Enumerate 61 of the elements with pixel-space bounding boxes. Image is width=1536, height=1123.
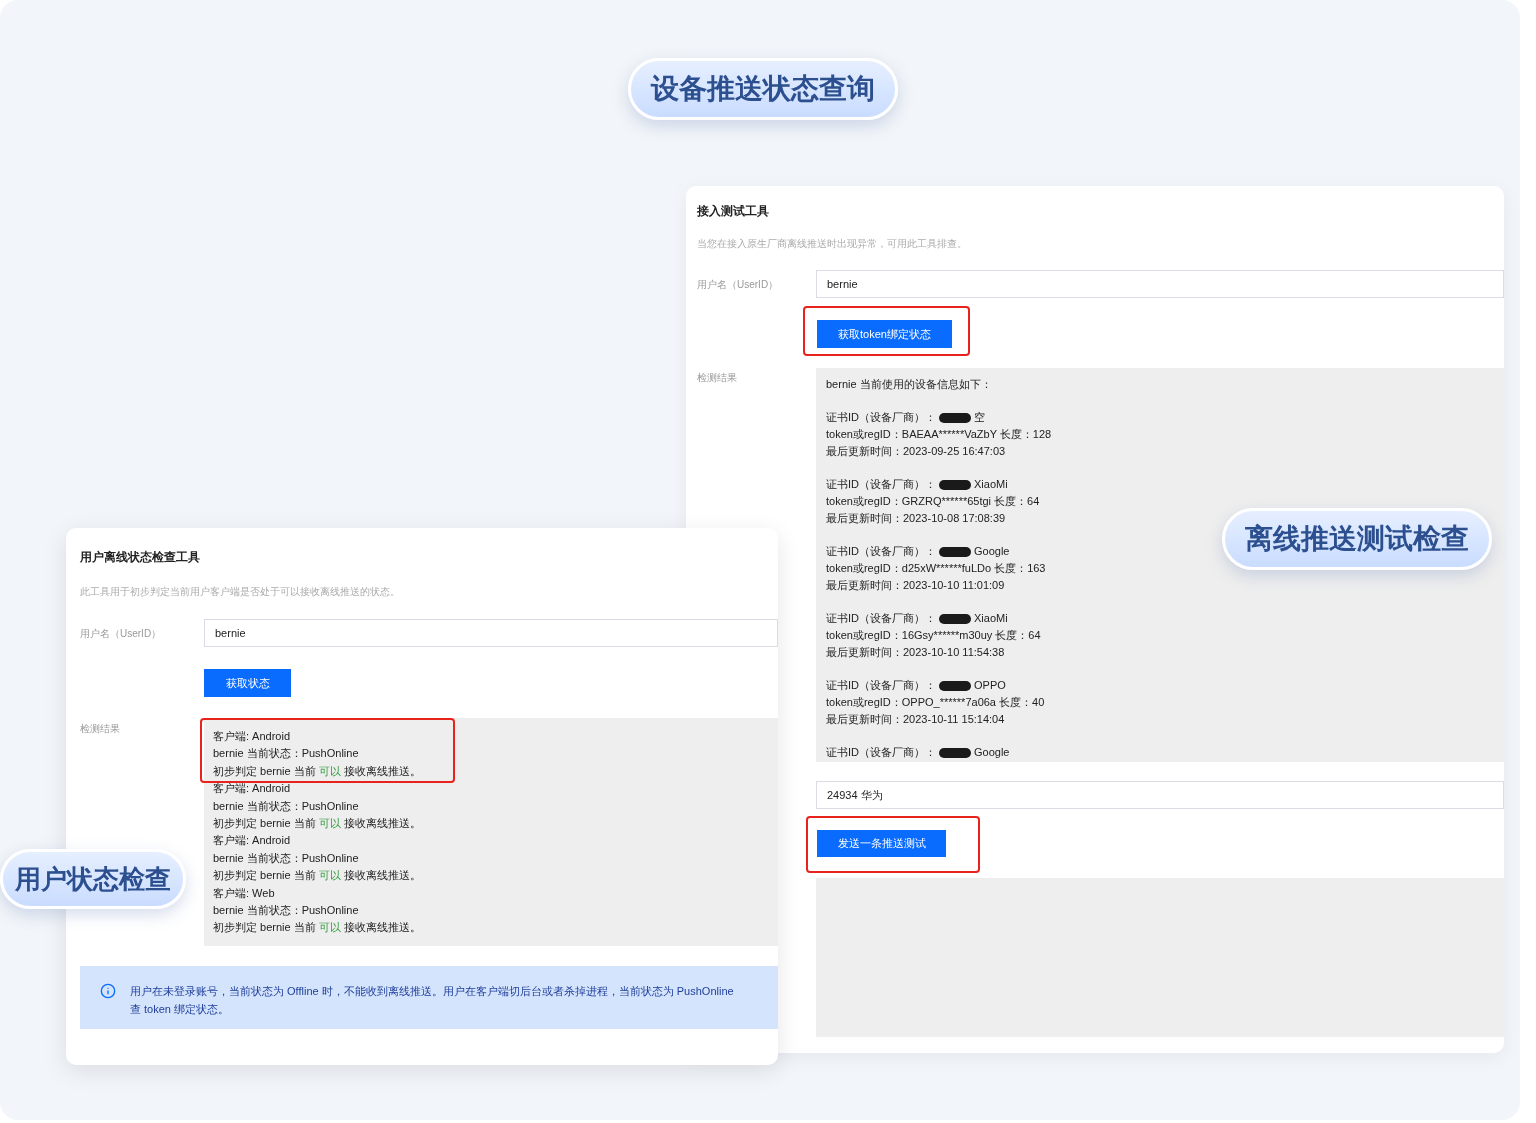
callout-label: 离线推送测试检查 <box>1222 508 1492 570</box>
vendor-name: XiaoMi <box>974 611 1008 626</box>
update-time: 最后更新时间：2023-10-08 17:08:39 <box>826 511 1007 526</box>
token-line: token或regID：16Gsy******m30uy 长度：64 <box>826 628 1042 643</box>
update-time: 最后更新时间：2023-10-11 15:14:04 <box>826 712 1006 727</box>
cert-label: 证书ID（设备厂商）： <box>826 410 936 425</box>
vendor-name: Google <box>974 745 1010 760</box>
callout-label: 用户状态检查 <box>0 849 186 909</box>
update-time: 最后更新时间：2023-10-10 11:01:09 <box>826 578 1006 593</box>
status-line: bernie 当前状态：PushOnline <box>213 903 360 919</box>
update-time: 最后更新时间：2023-10-10 11:54:38 <box>826 645 1006 660</box>
redaction-icon <box>938 545 972 558</box>
token-line: token或regID：GRZRQ******65tgi 长度：64 <box>826 494 1041 509</box>
status-line: bernie 当前状态：PushOnline <box>213 850 360 866</box>
card-description: 此工具用于初步判定当前用户客户端是否处于可以接收离线推送的状态。 <box>80 585 401 599</box>
cert-label: 证书ID（设备厂商）： <box>826 477 936 492</box>
update-time: 最后更新时间：2023-09-25 16:47:03 <box>826 444 1007 459</box>
redaction-icon <box>938 411 972 424</box>
field-label: 用户名（UserID） <box>697 277 780 292</box>
field-label: 检测结果 <box>697 371 738 385</box>
input-field[interactable]: 24934 华为 <box>816 781 1504 809</box>
status-line: bernie 当前状态：PushOnline <box>213 798 360 814</box>
redaction-icon <box>938 478 972 491</box>
get-token-button[interactable]: 获取token绑定状态 <box>817 320 952 348</box>
redaction-icon <box>938 679 972 692</box>
cert-label: 证书ID（设备厂商）： <box>826 745 936 760</box>
client-line: 客户端: Android <box>213 729 292 744</box>
token-line: token或regID：OPPO_******7a06a 长度：40 <box>826 695 1046 710</box>
input-field[interactable]: bernie <box>816 270 1504 298</box>
card-title: 接入测试工具 <box>697 203 770 219</box>
token-line: token或regID：BAEAA******VaZbY 长度：128 <box>826 427 1053 442</box>
vendor-name: XiaoMi <box>974 477 1008 492</box>
client-line: 客户端: Web <box>213 885 276 901</box>
verdict-line: 初步判定 bernie 当前 可以 接收离线推送。 <box>213 868 422 884</box>
redaction-icon <box>938 746 972 759</box>
field-label: 用户名（UserID） <box>80 626 163 641</box>
field-label: 检测结果 <box>80 722 121 736</box>
client-line: 客户端: Android <box>213 833 292 849</box>
redaction-icon <box>938 612 972 625</box>
vendor-name: Google <box>974 544 1010 559</box>
result-header: bernie 当前使用的设备信息如下： <box>826 377 993 392</box>
notice-text: 查 token 绑定状态。 <box>130 1002 231 1017</box>
client-line: 客户端: Android <box>213 781 292 797</box>
card-description: 当您在接入原生厂商离线推送时出现异常，可用此工具排查。 <box>697 237 968 251</box>
send-test-button[interactable]: 发送一条推送测试 <box>817 830 946 857</box>
verdict-line: 初步判定 bernie 当前 可以 接收离线推送。 <box>213 816 422 832</box>
verdict-line: 初步判定 bernie 当前 可以 接收离线推送。 <box>213 763 422 779</box>
cert-label: 证书ID（设备厂商）： <box>826 611 936 626</box>
notice-text: 用户在未登录账号，当前状态为 Offline 时，不能收到离线推送。用户在客户端切后台或者杀掉进程，当前状态为 PushOnline <box>130 984 734 999</box>
vendor-name: 空 <box>974 410 985 425</box>
token-line: token或regID：d25xW******fuLDo 长度：163 <box>826 561 1047 576</box>
info-icon <box>100 983 116 999</box>
cert-label: 证书ID（设备厂商）： <box>826 544 936 559</box>
verdict-line: 初步判定 bernie 当前 可以 接收离线推送。 <box>213 920 422 936</box>
vendor-name: OPPO <box>974 678 1006 693</box>
card-title: 用户离线状态检查工具 <box>80 549 201 565</box>
input-field[interactable]: bernie <box>204 619 778 647</box>
status-line: bernie 当前状态：PushOnline <box>213 746 360 762</box>
callout-label: 设备推送状态查询 <box>628 58 898 120</box>
cert-label: 证书ID（设备厂商）： <box>826 678 936 693</box>
get-status-button[interactable]: 获取状态 <box>204 669 291 697</box>
